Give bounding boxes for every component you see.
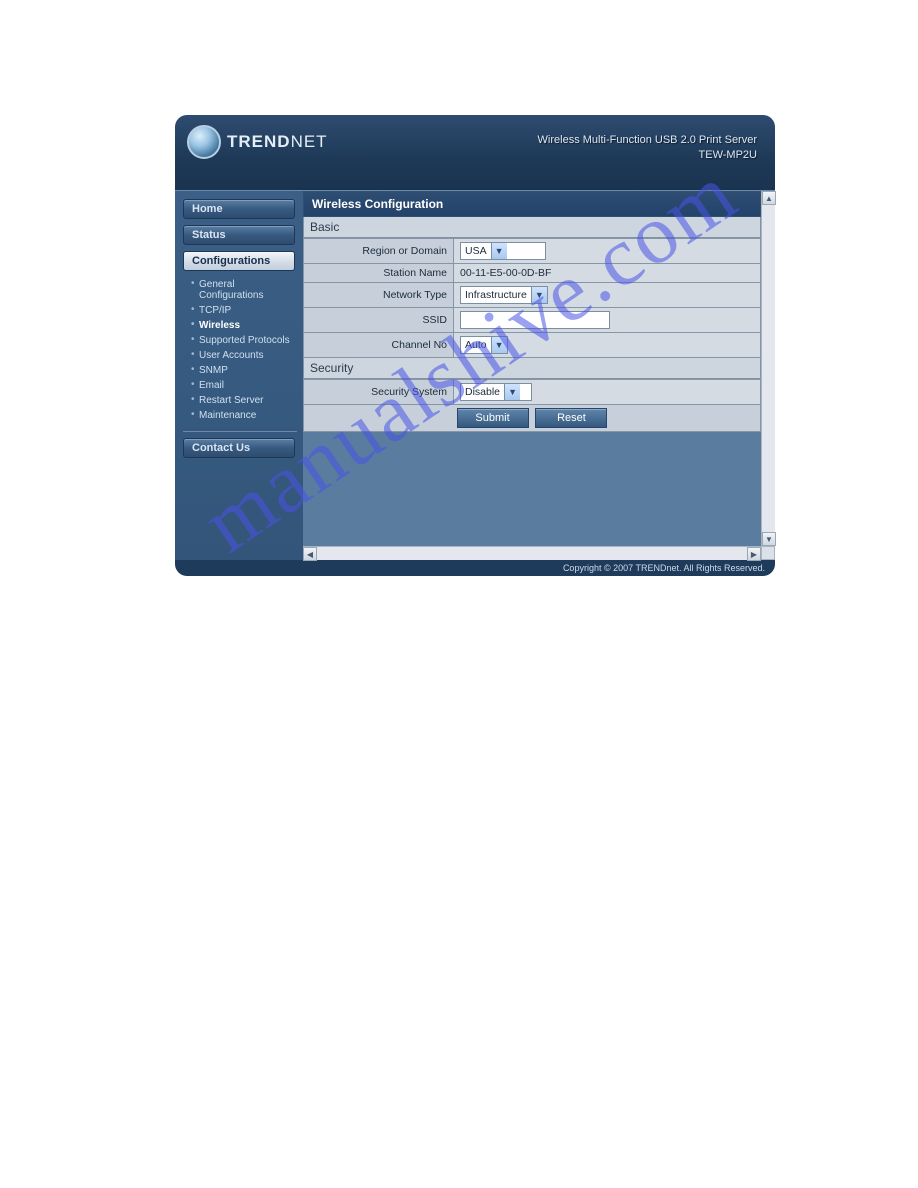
content: Wireless Configuration Basic Region or D… xyxy=(303,191,761,432)
nav-home[interactable]: Home xyxy=(183,199,295,219)
station-value: 00-11-E5-00-0D-BF xyxy=(454,264,761,283)
security-system-select[interactable]: Disable ▼ xyxy=(460,383,532,401)
section-security-heading: Security xyxy=(303,358,761,379)
label-region: Region or Domain xyxy=(304,239,454,264)
chevron-down-icon: ▼ xyxy=(491,243,507,259)
label-ssid: SSID xyxy=(304,308,454,333)
security-system-value: Disable xyxy=(465,386,500,398)
subnav-protocols[interactable]: Supported Protocols xyxy=(191,333,297,348)
scroll-corner xyxy=(761,546,775,560)
subnav-email[interactable]: Email xyxy=(191,378,297,393)
chevron-down-icon: ▼ xyxy=(531,287,547,303)
sidebar-divider xyxy=(183,431,297,432)
label-channel: Channel No xyxy=(304,333,454,358)
subnav-maintenance[interactable]: Maintenance xyxy=(191,408,297,423)
brand-main: TREND xyxy=(227,132,291,151)
label-station: Station Name xyxy=(304,264,454,283)
subnav-snmp[interactable]: SNMP xyxy=(191,363,297,378)
nav-configurations[interactable]: Configurations xyxy=(183,251,295,271)
sidebar: Home Status Configurations General Confi… xyxy=(175,191,303,560)
copyright-text: Copyright © 2007 TRENDnet. All Rights Re… xyxy=(563,563,765,573)
horizontal-scrollbar[interactable]: ◀ ▶ xyxy=(303,546,761,560)
subnav-wireless[interactable]: Wireless xyxy=(191,318,297,333)
header-subtitle: Wireless Multi-Function USB 2.0 Print Se… xyxy=(538,133,757,164)
network-type-select[interactable]: Infrastructure ▼ xyxy=(460,286,548,304)
brand-sub: NET xyxy=(291,132,328,151)
app-frame: TRENDNET Wireless Multi-Function USB 2.0… xyxy=(175,115,775,576)
label-nettype: Network Type xyxy=(304,283,454,308)
subnav-tcpip[interactable]: TCP/IP xyxy=(191,303,297,318)
brand-text: TRENDNET xyxy=(227,132,328,152)
main-pane: Wireless Configuration Basic Region or D… xyxy=(303,191,775,560)
submit-button[interactable]: Submit xyxy=(457,408,529,428)
section-basic-heading: Basic xyxy=(303,217,761,238)
scroll-down-icon[interactable]: ▼ xyxy=(762,532,776,546)
body: Home Status Configurations General Confi… xyxy=(175,190,775,560)
basic-form: Region or Domain USA ▼ Station Name 00-1… xyxy=(303,238,761,358)
channel-value: Auto xyxy=(465,339,487,351)
scroll-left-icon[interactable]: ◀ xyxy=(303,547,317,561)
region-value: USA xyxy=(465,245,487,257)
scroll-right-icon[interactable]: ▶ xyxy=(747,547,761,561)
product-model: TEW-MP2U xyxy=(538,148,757,163)
security-form: Security System Disable ▼ Submit xyxy=(303,379,761,432)
product-description: Wireless Multi-Function USB 2.0 Print Se… xyxy=(538,133,757,148)
network-type-value: Infrastructure xyxy=(465,289,527,301)
channel-select[interactable]: Auto ▼ xyxy=(460,336,508,354)
ssid-input[interactable] xyxy=(460,311,610,329)
region-select[interactable]: USA ▼ xyxy=(460,242,546,260)
subnav-user-accounts[interactable]: User Accounts xyxy=(191,348,297,363)
config-submenu: General Configurations TCP/IP Wireless S… xyxy=(191,277,297,423)
scroll-up-icon[interactable]: ▲ xyxy=(762,191,776,205)
page-title: Wireless Configuration xyxy=(303,191,761,217)
footer: Copyright © 2007 TRENDnet. All Rights Re… xyxy=(175,560,775,576)
chevron-down-icon: ▼ xyxy=(491,337,507,353)
vertical-scrollbar[interactable]: ▲ ▼ xyxy=(761,191,775,546)
orb-icon xyxy=(187,125,221,159)
reset-button[interactable]: Reset xyxy=(535,408,607,428)
header: TRENDNET Wireless Multi-Function USB 2.0… xyxy=(175,115,775,190)
subnav-general[interactable]: General Configurations xyxy=(191,277,297,303)
nav-contact[interactable]: Contact Us xyxy=(183,438,295,458)
subnav-restart[interactable]: Restart Server xyxy=(191,393,297,408)
chevron-down-icon: ▼ xyxy=(504,384,520,400)
label-security-system: Security System xyxy=(304,380,454,405)
nav-status[interactable]: Status xyxy=(183,225,295,245)
